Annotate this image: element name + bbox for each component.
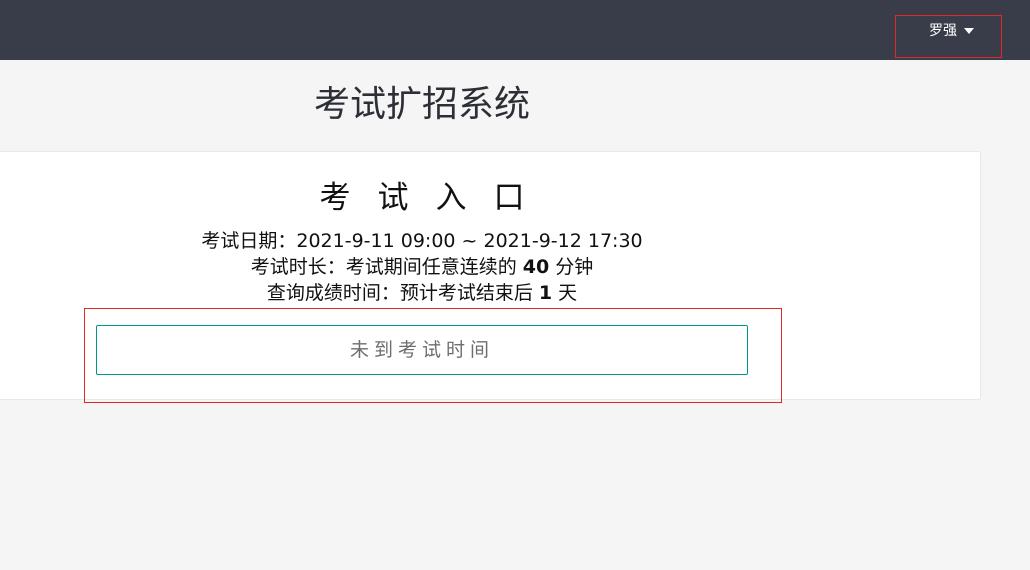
result-time-unit: 天 bbox=[552, 282, 578, 304]
user-menu-dropdown[interactable]: 罗强 bbox=[895, 15, 1002, 58]
exam-date-info: 考试日期：2021-9-11 09:00 ~ 2021-9-12 17:30 bbox=[0, 228, 844, 254]
page-title: 考试扩招系统 bbox=[313, 84, 530, 125]
exam-date-value: 2021-9-11 09:00 ~ 2021-9-12 17:30 bbox=[296, 230, 643, 252]
exam-duration-unit: 分钟 bbox=[549, 256, 594, 278]
result-time-info: 查询成绩时间：预计考试结束后 1 天 bbox=[0, 280, 844, 306]
exam-duration-label: 考试时长：考试期间任意连续的 bbox=[250, 256, 523, 278]
result-time-value: 1 bbox=[538, 282, 553, 304]
exam-status-button[interactable]: 未到考试时间 bbox=[96, 325, 748, 375]
exam-date-label: 考试日期： bbox=[201, 230, 297, 252]
result-time-label: 查询成绩时间：预计考试结束后 bbox=[266, 282, 539, 304]
user-name[interactable]: 罗强 bbox=[929, 22, 957, 40]
top-navbar: 罗强 bbox=[0, 0, 1030, 60]
caret-down-icon[interactable] bbox=[964, 28, 974, 34]
exam-duration-value: 40 bbox=[522, 256, 550, 278]
exam-duration-info: 考试时长：考试期间任意连续的 40 分钟 bbox=[0, 254, 844, 280]
exam-entry-title: 考试入口 bbox=[319, 180, 552, 216]
